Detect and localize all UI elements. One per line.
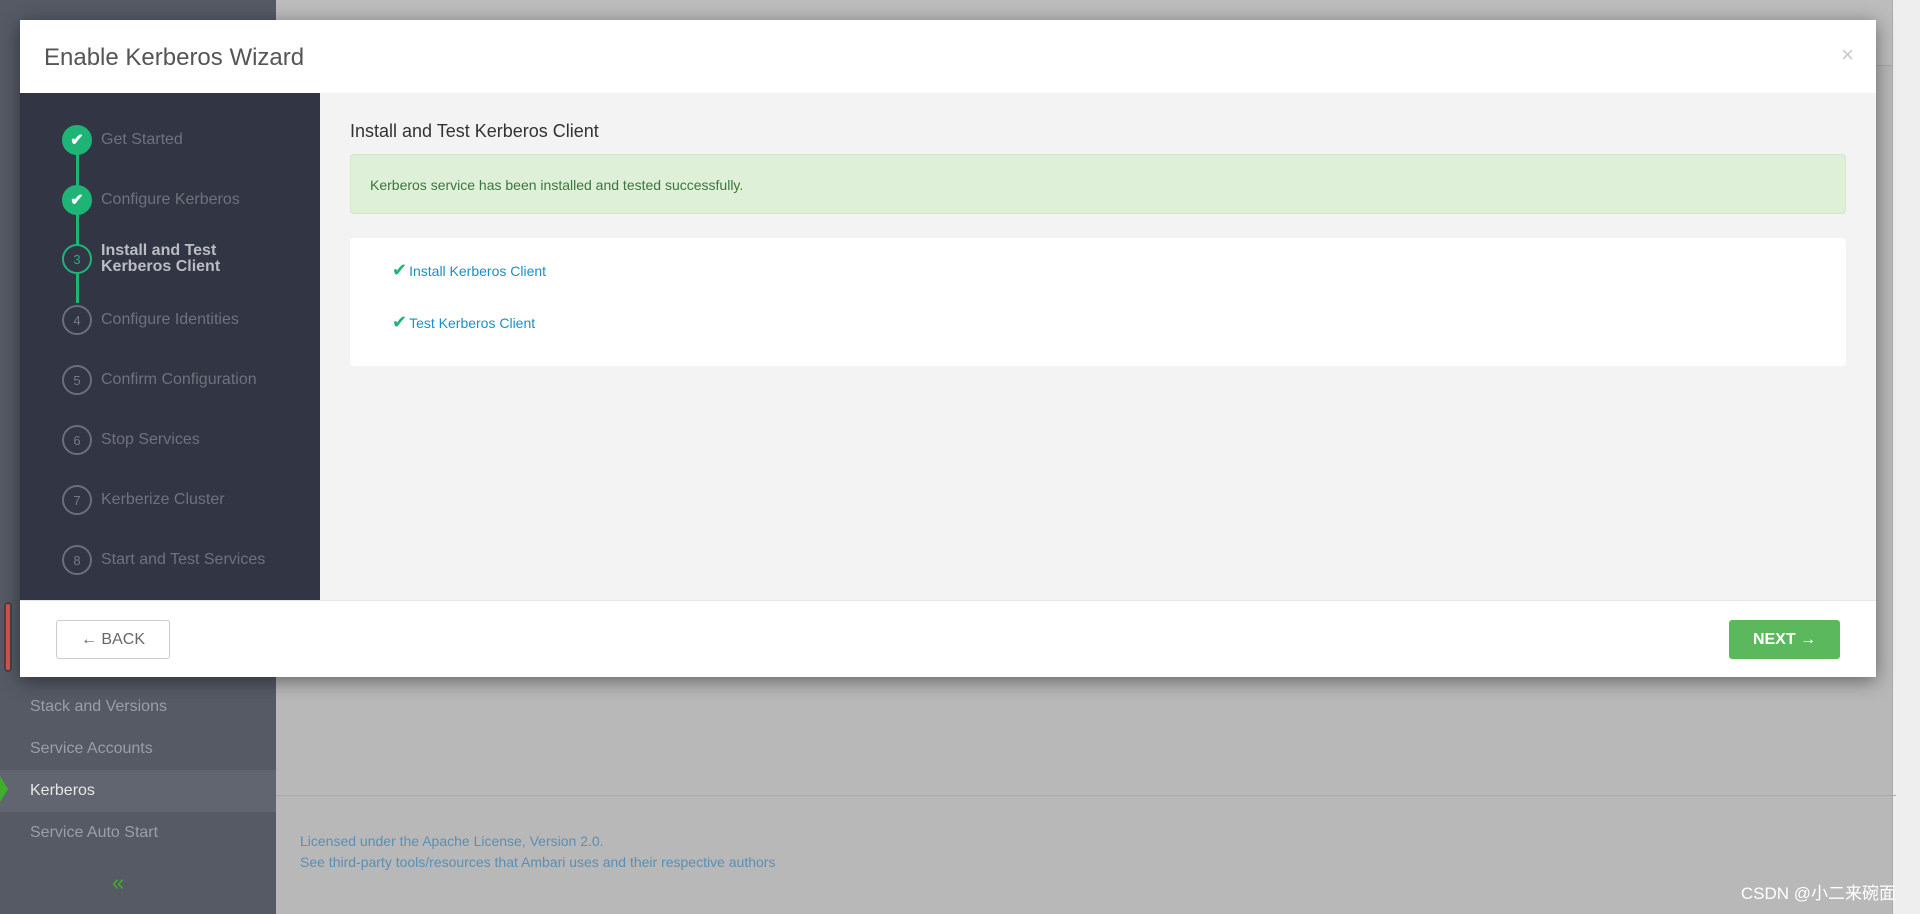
watermark: CSDN @小二来碗面 [1740, 884, 1896, 903]
step-kerberize-cluster: 7 Kerberize Cluster [62, 485, 225, 515]
modal-title: Enable Kerberos Wizard [44, 44, 305, 71]
step-get-started[interactable]: ✔ Get Started [62, 125, 183, 155]
check-icon: ✔ [62, 125, 92, 155]
task-list: ✔ Install Kerberos Client ✔ Test Kerberos … [350, 238, 1846, 366]
check-icon: ✔ [392, 260, 408, 280]
content-title: Install and Test Kerberos Client [350, 121, 599, 141]
close-icon[interactable]: × [1841, 42, 1854, 68]
task-label[interactable]: Install Kerberos Client [409, 263, 546, 279]
step-label: Configure Identities [101, 311, 239, 328]
success-alert: Kerberos service has been installed and … [350, 154, 1846, 214]
step-configure-kerberos[interactable]: ✔ Configure Kerberos [62, 185, 240, 215]
footer-divider [276, 795, 1896, 796]
red-indicator [4, 602, 12, 672]
step-start-test-services: 8 Start and Test Services [62, 545, 265, 575]
step-label: Configure Kerberos [101, 191, 240, 208]
step-label: Stop Services [101, 431, 200, 448]
wizard-content: Install and Test Kerberos Client Kerbero… [320, 93, 1876, 600]
step-install-test-client: 3 Install and Test Kerberos Client [62, 242, 231, 275]
step-label: Start and Test Services [101, 551, 266, 568]
step-number: 4 [62, 305, 92, 335]
third-party-link[interactable]: See third-party tools/resources that Amb… [300, 854, 775, 870]
check-icon: ✔ [62, 185, 92, 215]
task-label[interactable]: Test Kerberos Client [409, 315, 535, 331]
step-label: Confirm Configuration [101, 371, 257, 388]
nav-service-accounts[interactable]: Service Accounts [0, 728, 276, 770]
step-number: 8 [62, 545, 92, 575]
task-test-client[interactable]: ✔ Test Kerberos Client [392, 312, 535, 333]
active-marker-icon [0, 776, 8, 802]
progress-line [76, 153, 79, 303]
collapse-sidebar-icon[interactable]: « [112, 870, 124, 896]
nav-kerberos[interactable]: Kerberos [0, 770, 276, 812]
step-configure-identities: 4 Configure Identities [62, 305, 239, 335]
check-icon: ✔ [392, 312, 408, 332]
page-scrollbar[interactable] [1892, 0, 1920, 914]
nav-service-auto-start[interactable]: Service Auto Start [0, 812, 276, 854]
step-label: Install and Test Kerberos Client [101, 242, 221, 275]
back-button[interactable]: ← BACK [56, 620, 170, 659]
next-button[interactable]: NEXT → [1729, 620, 1840, 659]
enable-kerberos-wizard-modal: Enable Kerberos Wizard × ✔ Get Started ✔ C… [20, 20, 1876, 677]
license-link[interactable]: Licensed under the Apache License, Versi… [300, 833, 604, 849]
step-number: 7 [62, 485, 92, 515]
step-label: Get Started [101, 131, 183, 148]
wizard-steps: ✔ Get Started ✔ Configure Kerberos 3 Instal… [20, 93, 320, 600]
step-number: 6 [62, 425, 92, 455]
nav-stack-and-versions[interactable]: Stack and Versions [0, 686, 276, 728]
task-install-client[interactable]: ✔ Install Kerberos Client [392, 260, 546, 281]
step-confirm-configuration: 5 Confirm Configuration [62, 365, 257, 395]
modal-header: Enable Kerberos Wizard × [20, 20, 1876, 93]
step-stop-services: 6 Stop Services [62, 425, 200, 455]
modal-footer: ← BACK NEXT → [20, 600, 1876, 677]
step-label: Kerberize Cluster [101, 491, 225, 508]
step-number: 5 [62, 365, 92, 395]
step-number: 3 [62, 244, 92, 274]
